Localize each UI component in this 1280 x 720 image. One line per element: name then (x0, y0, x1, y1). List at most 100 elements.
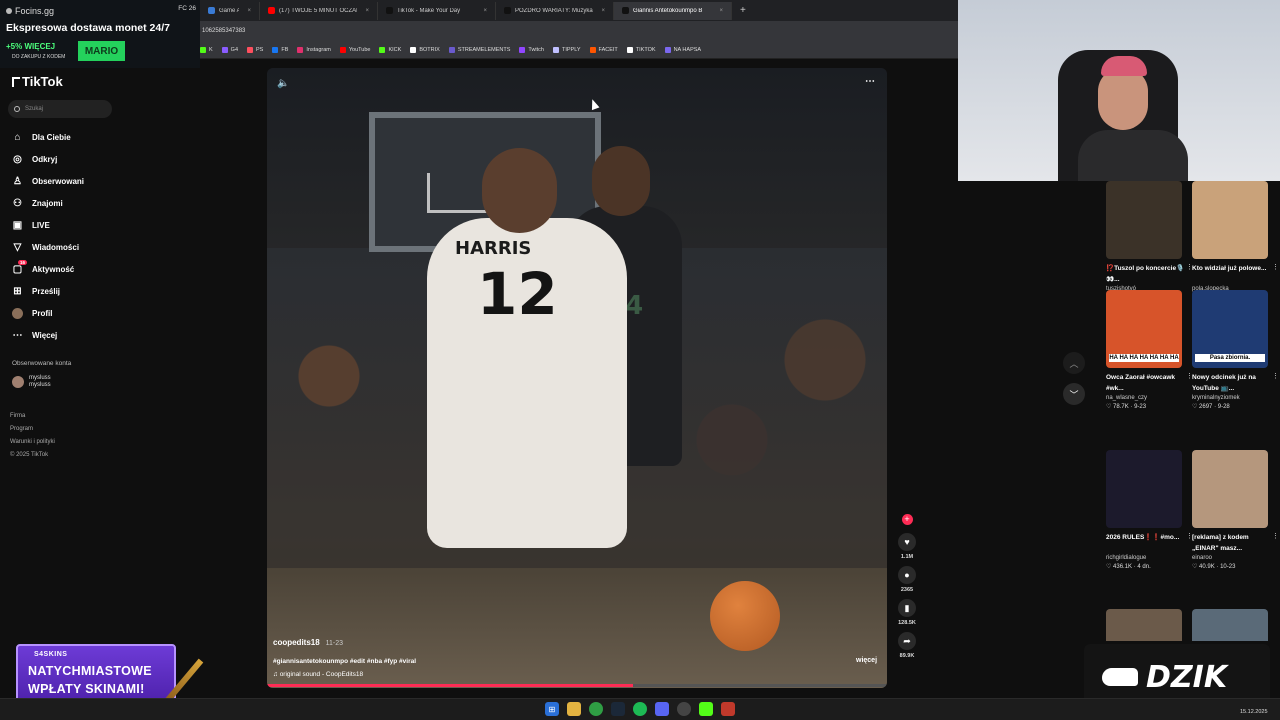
bookmark-item[interactable]: KICK (379, 46, 402, 53)
bookmark-item[interactable]: FB (272, 46, 288, 53)
nav-item-znajomi[interactable]: ⚇ Znajomi (12, 192, 84, 214)
bookmark-item[interactable]: Instagram (297, 46, 331, 53)
more-options-icon[interactable]: ⋮ (1272, 532, 1279, 540)
close-icon[interactable]: × (247, 8, 251, 14)
browser-tab[interactable]: Game At A Cl × (200, 1, 260, 20)
recommended-video[interactable] (1192, 609, 1272, 641)
share-button[interactable]: ➦ 89.9K (895, 632, 919, 659)
bookmark-item[interactable]: PS (247, 46, 263, 53)
browser-tab[interactable]: (17) TWOJE 5 MINUT OCZAMI × (260, 1, 378, 20)
bookmark-item[interactable]: K (200, 46, 213, 53)
rec-author[interactable]: na_wlasne_czy (1106, 395, 1186, 401)
recommended-video[interactable]: HA HA HA HA HA HA HA Owca Zaorał #owcawk … (1106, 290, 1193, 410)
rec-author[interactable]: einaroo (1192, 555, 1272, 561)
more-options-icon[interactable]: ⋮ (1272, 263, 1279, 271)
video-thumbnail[interactable]: HA HA HA HA HA HA HA (1106, 290, 1182, 368)
bookmark-item[interactable]: TIKTOK (626, 46, 656, 53)
steam-icon[interactable] (611, 702, 625, 716)
address-bar[interactable]: 1062585347383 (200, 21, 960, 41)
chrome-icon[interactable] (589, 702, 603, 716)
obs-icon[interactable] (677, 702, 691, 716)
nav-label: Prześlij (32, 286, 61, 296)
rec-author[interactable]: kryminalnyziomek (1192, 395, 1272, 401)
nav-item-profil[interactable]: Profil (12, 302, 84, 324)
browser-tab[interactable]: Giannis Antetokounmpo B × (614, 1, 732, 20)
nav-item-prześlij[interactable]: ⊞ Prześlij (12, 280, 84, 302)
scroll-up-button[interactable]: ︿ (1063, 352, 1085, 374)
volume-icon[interactable]: 🔈 (277, 78, 289, 89)
bookmark-label: STREAMELEMENTS (457, 46, 511, 53)
rec-meta: ♡ 40.9K · 10-23 (1192, 563, 1272, 570)
shield-icon[interactable] (721, 702, 735, 716)
nav-item-obserwowani[interactable]: ♙ Obserwowani (12, 170, 84, 192)
opponent-head (592, 146, 650, 216)
follow-plus-button[interactable]: + (901, 514, 913, 525)
video-thumbnail[interactable] (1192, 450, 1268, 528)
bookmark-item[interactable]: STREAMELEMENTS (448, 46, 511, 53)
bookmark-item[interactable]: FACEIT (589, 46, 618, 53)
tiktok-logo[interactable]: TikTok (12, 74, 63, 89)
more-link[interactable]: więcej (856, 657, 877, 664)
browser-tab[interactable]: POZDRO WARIATY: Muzyka i E × (496, 1, 614, 20)
close-icon[interactable]: × (601, 8, 605, 14)
video-thumbnail[interactable] (1192, 609, 1268, 641)
spotify-icon[interactable] (633, 702, 647, 716)
search-input[interactable]: Szukaj (8, 100, 112, 118)
footer-link[interactable]: Firma (10, 410, 55, 423)
video-thumbnail[interactable]: Pasa zbiornia. (1192, 290, 1268, 368)
nav-item-wiadomości[interactable]: ▽ Wiadomości (12, 236, 84, 258)
video-player[interactable]: 34 HARRIS 12 🔈 ⋯ coopedits18 11-23 #gian… (267, 68, 887, 688)
recommended-video[interactable]: ⁉️Tuszol po koncercie🎙️👀...tuszishotyó♡ … (1106, 181, 1193, 301)
windows-start-icon[interactable]: ⊞ (545, 702, 559, 716)
close-icon[interactable]: × (365, 8, 369, 14)
video-sound[interactable]: ♫ original sound - CoopEdits18 (273, 671, 363, 678)
bookmark-icon (221, 46, 228, 53)
nav-item-odkryj[interactable]: ◎ Odkryj (12, 148, 84, 170)
bookmark-item[interactable]: BOTRIX (410, 46, 440, 53)
recommended-video[interactable]: Pasa zbiornia. Nowy odcinek już na YouTub… (1192, 290, 1279, 410)
dzik-text: DZIK (1146, 659, 1228, 695)
new-tab-button[interactable]: + (732, 5, 754, 16)
video-author[interactable]: coopedits18 (273, 638, 320, 647)
bookmark-label: YouTube (348, 46, 371, 53)
like-button[interactable]: ♥ 1.1M (895, 533, 919, 560)
rec-author[interactable]: richgirldialogue (1106, 555, 1186, 561)
footer-link[interactable]: Warunki i polityki (10, 436, 55, 449)
video-thumbnail[interactable] (1106, 450, 1182, 528)
video-tags[interactable]: #giannisantetokounmpo #edit #nba #fyp #v… (273, 658, 416, 665)
save-button[interactable]: ▮ 128.5K (895, 599, 919, 626)
bookmark-item[interactable]: Twitch (519, 46, 544, 53)
close-icon[interactable]: × (483, 8, 487, 14)
recommended-video[interactable]: 2026 RULES❗❗#mo... richgirldialogue ♡ 436.… (1106, 450, 1193, 570)
nav-item-aktywność[interactable]: ▢ 16 Aktywność (12, 258, 84, 280)
bookmark-item[interactable]: TIPPLY (552, 46, 581, 53)
bookmark-label: K (209, 46, 213, 53)
nav-item-dla-ciebie[interactable]: ⌂ Dla Ciebie (12, 126, 84, 148)
discord-icon[interactable] (655, 702, 669, 716)
recommended-video[interactable]: Kto widział już polowe...pola.slopecka♡ … (1192, 181, 1279, 301)
rec-title: [reklama] z kodem „EINAR" masz... (1192, 534, 1249, 552)
nav-item-live[interactable]: ▣ LIVE (12, 214, 84, 236)
nav-item-więcej[interactable]: ⋯ Więcej (12, 324, 84, 346)
footer-link[interactable]: Program (10, 423, 55, 436)
kick-icon[interactable] (699, 702, 713, 716)
bookmark-item[interactable]: NA HAPSA (664, 46, 701, 53)
bookmark-item[interactable]: YouTube (339, 46, 371, 53)
tab-title: Giannis Antetokounmpo B (633, 7, 703, 14)
video-progress-bar[interactable] (267, 684, 887, 687)
video-menu-icon[interactable]: ⋯ (865, 76, 875, 87)
file-explorer-icon[interactable] (567, 702, 581, 716)
close-icon[interactable]: × (719, 8, 723, 14)
scroll-down-button[interactable]: ﹀ (1063, 383, 1085, 405)
comment-button[interactable]: ● 2365 (895, 566, 919, 593)
video-thumbnail[interactable] (1106, 609, 1182, 641)
more-options-icon[interactable]: ⋮ (1272, 372, 1279, 380)
bookmark-item[interactable]: G4 (221, 46, 238, 53)
recommended-video[interactable]: [reklama] z kodem „EINAR" masz... einaroo… (1192, 450, 1279, 570)
browser-tab[interactable]: TikTok - Make Your Day × (378, 1, 496, 20)
bookmark-label: KICK (388, 46, 402, 53)
video-thumbnail[interactable] (1192, 181, 1268, 259)
followed-account[interactable]: mysluss mysluss (12, 375, 51, 389)
video-thumbnail[interactable] (1106, 181, 1182, 259)
recommended-video[interactable] (1106, 609, 1186, 641)
